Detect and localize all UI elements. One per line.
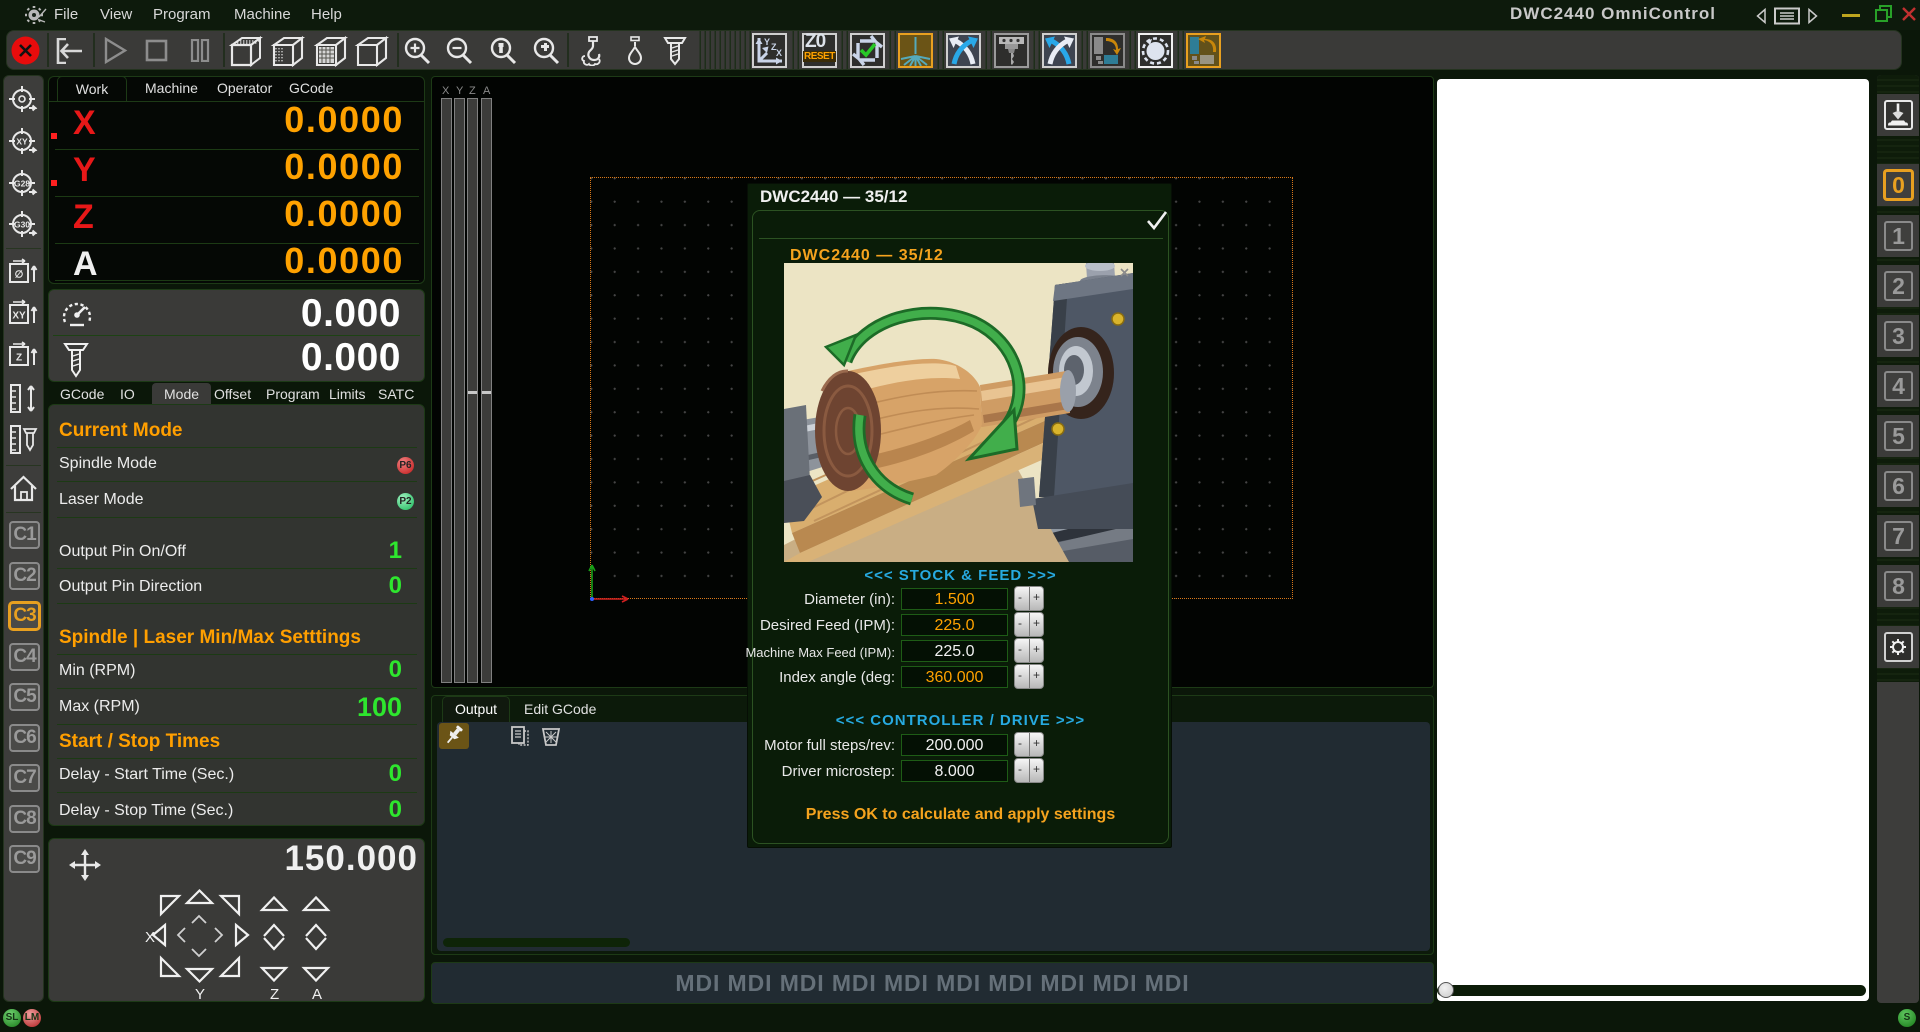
- svg-text:G28: G28: [14, 179, 30, 189]
- svg-text:G30: G30: [14, 220, 30, 230]
- svg-text:X: X: [145, 929, 155, 946]
- svg-text:∅: ∅: [15, 270, 24, 281]
- svg-text:Y: Y: [195, 986, 205, 1003]
- svg-text:X: X: [776, 48, 782, 58]
- svg-text:Y: Y: [764, 37, 770, 47]
- svg-text:XY: XY: [12, 311, 26, 322]
- svg-text:XY: XY: [16, 137, 28, 147]
- svg-text:Z: Z: [16, 353, 22, 364]
- svg-text:A: A: [312, 986, 322, 1003]
- svg-text:Z: Z: [270, 986, 279, 1003]
